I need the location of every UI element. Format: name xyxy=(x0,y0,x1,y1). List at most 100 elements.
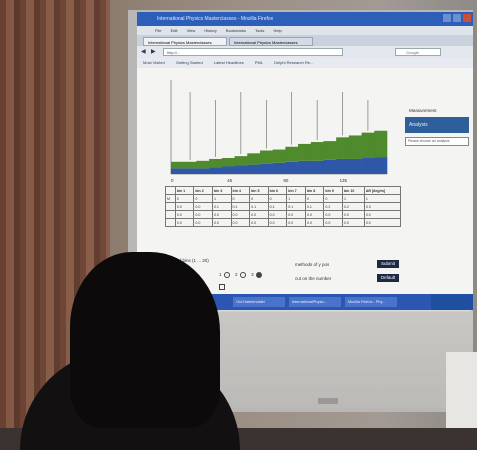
histogram-bar xyxy=(171,161,185,169)
navigation-bar: ◀ ▶ http://... Google xyxy=(137,46,473,58)
histogram-bar xyxy=(348,135,362,159)
histogram-bar xyxy=(259,150,273,164)
histogram-bar xyxy=(209,158,223,168)
histogram-bar xyxy=(247,153,261,165)
x-tick-label: 45 xyxy=(227,178,233,183)
tab-2[interactable]: International Physics Masterclasses xyxy=(229,37,313,46)
column-header: bin 8 xyxy=(304,186,325,195)
histogram-bar xyxy=(348,158,362,174)
column-header: bin 3 xyxy=(211,186,232,195)
menu-history[interactable]: History xyxy=(204,28,216,33)
taskbar-item[interactable]: Ord Dateiendatei xyxy=(233,297,285,307)
forward-icon[interactable]: ▶ xyxy=(151,48,156,55)
table-cell: 0.0 xyxy=(304,210,325,219)
histogram-bar xyxy=(272,162,286,174)
histogram-bar xyxy=(298,143,312,161)
table-cell: 0.0 xyxy=(230,210,251,219)
histogram-bar xyxy=(183,161,197,169)
bookmark-item[interactable]: PML xyxy=(255,60,263,65)
menu-view[interactable]: View xyxy=(187,28,196,33)
column-header xyxy=(165,186,176,195)
table-cell: 0.0 xyxy=(286,210,306,219)
table-cell: 1 xyxy=(341,194,365,203)
table-cell: 0.0 xyxy=(193,218,213,227)
table-cell: 0 xyxy=(193,194,213,203)
table-cell: 1 xyxy=(363,194,402,203)
histogram-bar xyxy=(221,158,235,167)
menu-file[interactable]: File xyxy=(155,28,161,33)
column-header: bin 5 xyxy=(249,186,269,195)
histogram-bar xyxy=(196,168,210,174)
maximize-icon[interactable] xyxy=(453,14,461,22)
table-row: 0.0 0.0 0.0 0.0 0.0 0.0 0.0 0.0 0.0 0.0 0.0 xyxy=(165,210,402,219)
analysis-select[interactable]: Please choose an analysis xyxy=(405,137,469,146)
table-cell: 0.0 xyxy=(193,202,213,211)
option-2-radio[interactable] xyxy=(239,272,246,278)
bookmark-item[interactable]: Most Visited xyxy=(143,60,165,65)
screen-pull-handle xyxy=(318,398,338,404)
column-header: bin 9 xyxy=(323,186,343,195)
bookmark-item[interactable]: Getting Started xyxy=(176,60,203,65)
measurement-link[interactable]: Measurement xyxy=(405,106,469,117)
window-titlebar: International Physics Masterclasses - Mo… xyxy=(137,12,473,26)
tab-1[interactable]: International Physics Masterclasses xyxy=(143,37,227,46)
table-header-row: bin 1 bin 2 bin 3 bin 4 bin 5 bin 6 bin 7 bin 8… xyxy=(165,186,402,195)
table-cell: 0 xyxy=(304,194,325,203)
table-cell: 0.1 xyxy=(249,202,269,211)
histogram-bar xyxy=(374,157,388,174)
table-cell: 0.1 xyxy=(304,202,325,211)
table-cell: 0 xyxy=(323,194,343,203)
histogram-bar xyxy=(285,146,299,162)
histogram-bar xyxy=(234,165,248,174)
default-button[interactable]: Default xyxy=(377,274,399,282)
table-cell: 0.0 xyxy=(211,210,232,219)
table-cell: 0.0 xyxy=(249,218,269,227)
bookmark-item[interactable]: Latest Headlines xyxy=(214,60,244,65)
bookmark-item[interactable]: Delphi Research Re... xyxy=(274,60,313,65)
whiteboard xyxy=(446,352,477,428)
extra-checkbox[interactable] xyxy=(219,284,225,290)
menu-edit[interactable]: Edit xyxy=(171,28,178,33)
histogram-bar xyxy=(196,160,210,169)
taskbar-item[interactable]: Mozilla Firefox - Phy... xyxy=(345,297,397,307)
table-cell: 0.0 xyxy=(323,218,343,227)
url-field[interactable]: http://... xyxy=(163,48,343,56)
histogram-bar xyxy=(336,137,350,159)
table-cell: 0.1 xyxy=(211,202,232,211)
table-cell xyxy=(165,218,176,227)
histogram-bar xyxy=(310,160,324,174)
table-cell: 0.1 xyxy=(267,202,288,211)
table-cell xyxy=(165,210,176,219)
option-1-radio[interactable] xyxy=(223,272,230,278)
histogram-chart: 0 45 90 135 xyxy=(170,80,388,183)
method-label: methods of y pos xyxy=(295,262,330,267)
menu-bookmarks[interactable]: Bookmarks xyxy=(226,28,246,33)
menu-bar: File Edit View History Bookmarks Tools H… xyxy=(137,26,473,35)
histogram-bar xyxy=(259,163,273,174)
option-3-radio[interactable] xyxy=(255,272,262,278)
menu-help[interactable]: Help xyxy=(273,28,281,33)
taskbar-item[interactable]: InternationalPhysic... xyxy=(289,297,341,307)
minimize-icon[interactable] xyxy=(443,14,451,22)
table-cell: 1 xyxy=(211,194,232,203)
table-cell: 0.1 xyxy=(286,202,306,211)
x-tick-label: 90 xyxy=(283,178,289,183)
system-tray xyxy=(431,294,473,310)
table-cell: 0.0 xyxy=(323,210,343,219)
menu-tools[interactable]: Tools xyxy=(255,28,264,33)
analysis-tab[interactable]: Analysis xyxy=(405,117,469,133)
page-content: 0 45 90 135 Measurement Analysis Please cho… xyxy=(137,68,473,294)
table-cell: 1 xyxy=(286,194,306,203)
close-icon[interactable] xyxy=(463,14,471,22)
search-input[interactable]: Google xyxy=(395,48,441,56)
tab-bar: International Physics Masterclasses Inte… xyxy=(137,35,473,46)
submit-button[interactable]: Submit xyxy=(377,260,399,268)
histogram-bar xyxy=(323,141,337,160)
histogram-bar xyxy=(361,132,375,159)
back-icon[interactable]: ◀ xyxy=(141,48,146,55)
table-cell: 0 xyxy=(174,194,195,203)
table-cell: 0.0 xyxy=(249,210,269,219)
table-cell: 0 xyxy=(230,194,251,203)
table-cell: 0.0 xyxy=(211,218,232,227)
histogram-bar xyxy=(171,168,185,174)
